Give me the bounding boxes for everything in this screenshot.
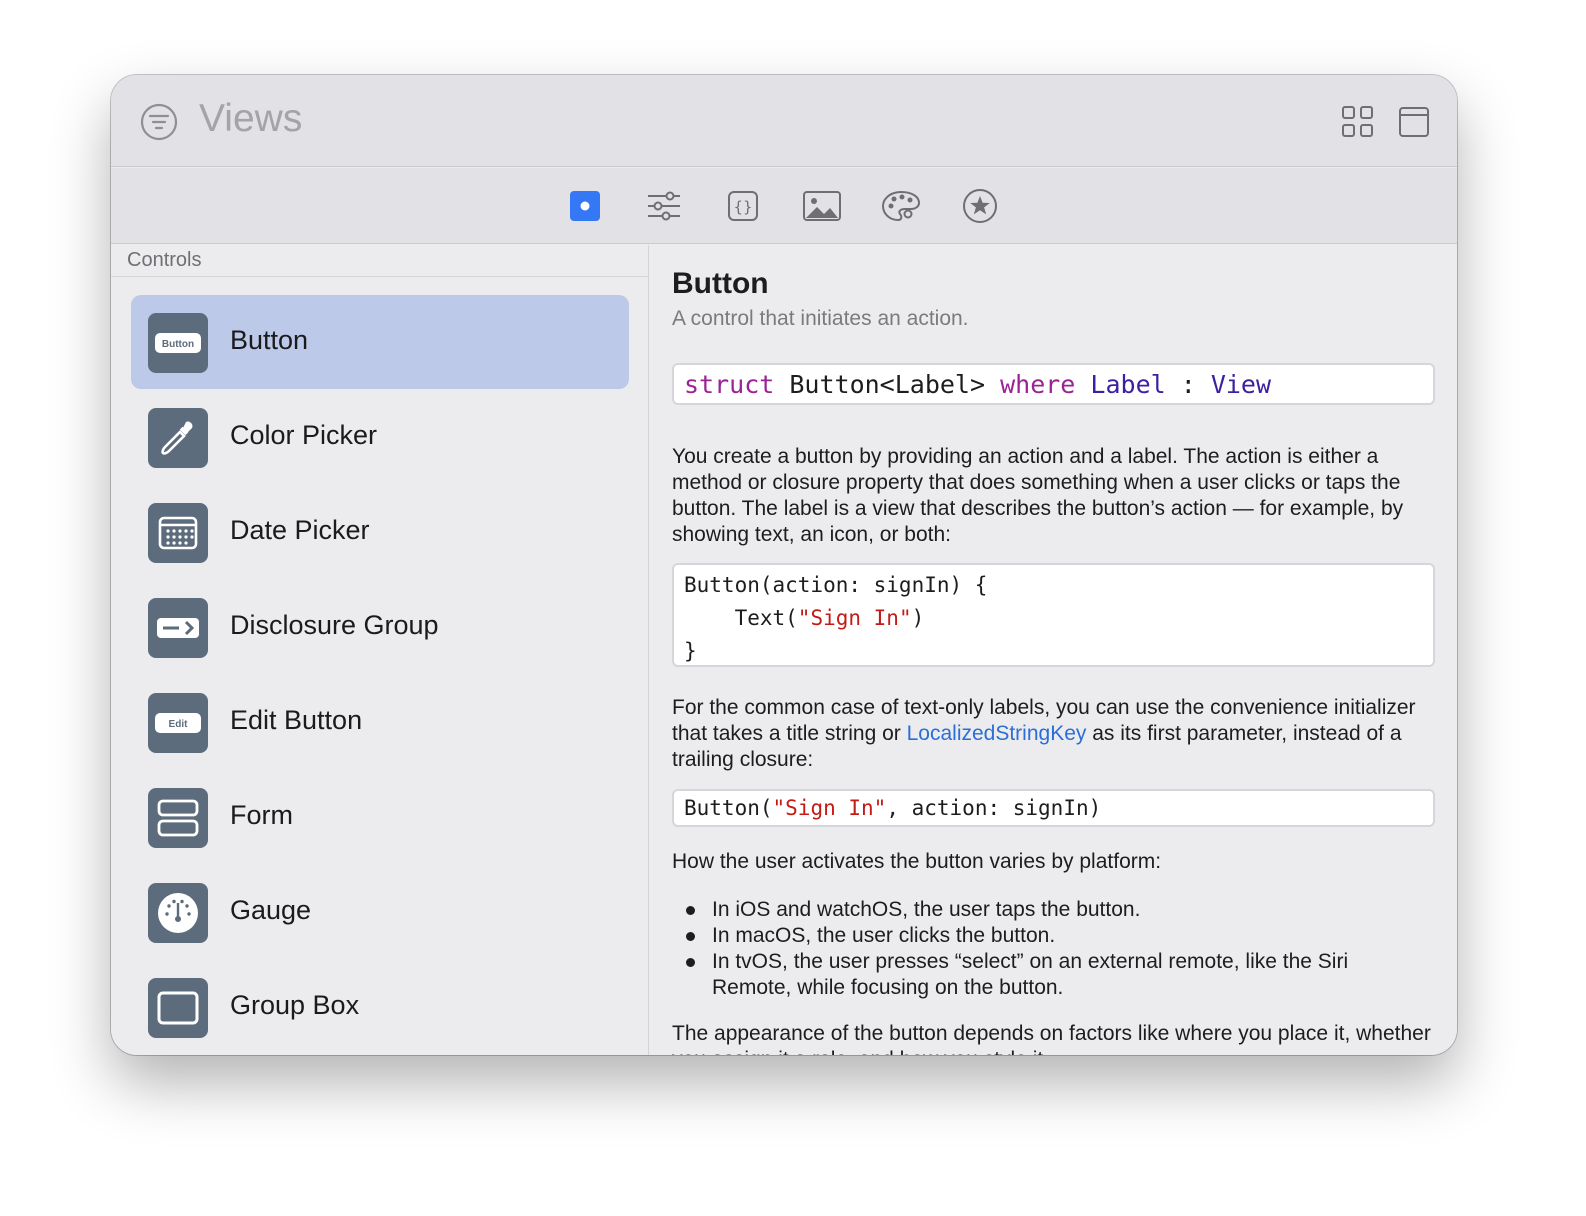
tab-favorites[interactable] bbox=[958, 184, 1002, 228]
decl-protocol: View bbox=[1210, 370, 1272, 399]
code-snippet-closure: Button(action: signIn) { Text("Sign In")… bbox=[672, 563, 1435, 667]
sidebar-item-label: Gauge bbox=[230, 895, 312, 925]
decl-keyword: struct bbox=[684, 370, 775, 399]
section-header-controls: Controls bbox=[111, 245, 648, 277]
tab-code[interactable]: {} bbox=[721, 184, 765, 228]
sliders-icon bbox=[648, 191, 680, 221]
bullet-icon bbox=[686, 958, 695, 967]
list-item-text: In iOS and watchOS, the user taps the bu… bbox=[712, 898, 1141, 921]
detail-subtitle: A control that initiates an action. bbox=[672, 307, 969, 330]
sidebar-item-label: Edit Button bbox=[230, 705, 363, 735]
snippet-line: } bbox=[684, 639, 697, 663]
sidebar-item-date-picker[interactable]: Date Picker bbox=[131, 485, 629, 579]
form-icon bbox=[148, 788, 208, 848]
toggle-sidebar-button[interactable] bbox=[1397, 105, 1431, 139]
snippet-string: "Sign In" bbox=[797, 606, 912, 630]
photo-icon bbox=[803, 191, 841, 221]
sidebar-item-form[interactable]: Form bbox=[131, 770, 629, 864]
sidebar-item-color-picker[interactable]: Color Picker bbox=[131, 390, 629, 484]
category-toolbar: {} bbox=[111, 168, 1457, 244]
decl-type-param: Label bbox=[1075, 370, 1166, 399]
snippet-string: "Sign In" bbox=[772, 796, 887, 820]
list-item-text: In tvOS, the user presses “select” on an… bbox=[712, 950, 1349, 999]
snippet-line: Text("Sign In") bbox=[684, 602, 1423, 635]
button-icon: Button bbox=[148, 313, 208, 373]
detail-title: Button bbox=[672, 267, 769, 300]
filter-icon bbox=[140, 103, 178, 141]
platform-list: In iOS and watchOS, the user taps the bu… bbox=[672, 897, 1432, 1001]
curly-braces-icon: {} bbox=[728, 191, 758, 221]
snippet-code: , action: signIn) bbox=[886, 796, 1102, 820]
list-item: In iOS and watchOS, the user taps the bu… bbox=[672, 897, 1432, 923]
sidebar: Controls Button Button Color Picker Date… bbox=[111, 245, 649, 1055]
sidebar-item-label: Date Picker bbox=[230, 515, 370, 545]
code-snippet-title: Button("Sign In", action: signIn) bbox=[672, 789, 1435, 827]
edit-button-icon: Edit bbox=[148, 693, 208, 753]
tab-controls[interactable] bbox=[563, 184, 607, 228]
declaration-code: struct Button<Label> where Label : View bbox=[672, 363, 1435, 405]
sidebar-item-label: Button bbox=[230, 325, 309, 355]
decl-name: Button<Label> bbox=[774, 370, 1001, 399]
list-item-text: In macOS, the user clicks the button. bbox=[712, 924, 1056, 947]
grid-view-button[interactable] bbox=[1341, 105, 1375, 139]
snippet-code: Button( bbox=[684, 796, 773, 820]
snippet-line: Button(action: signIn) { bbox=[684, 573, 988, 597]
snippet-code: ) bbox=[911, 606, 925, 630]
filter-button[interactable] bbox=[139, 102, 179, 142]
decl-where: where bbox=[1000, 370, 1076, 399]
eyedropper-icon bbox=[148, 408, 208, 468]
calendar-icon bbox=[148, 503, 208, 563]
convenience-paragraph: For the common case of text-only labels,… bbox=[672, 695, 1432, 773]
tab-colors[interactable] bbox=[879, 184, 923, 228]
sidebar-item-disclosure-group[interactable]: Disclosure Group bbox=[131, 580, 629, 674]
sidebar-item-label: Disclosure Group bbox=[230, 610, 439, 640]
sidebar-item-label: Color Picker bbox=[230, 420, 378, 450]
window-title: Views bbox=[199, 97, 303, 140]
edit-icon-badge: Edit bbox=[169, 719, 189, 730]
dot-square-icon bbox=[570, 191, 600, 221]
sidebar-item-label: Form bbox=[230, 800, 293, 830]
palette-icon bbox=[881, 190, 921, 222]
title-bar: Views bbox=[111, 75, 1457, 167]
sidebar-item-button[interactable]: Button Button bbox=[131, 295, 629, 389]
window-icon bbox=[1399, 107, 1429, 137]
disclosure-icon bbox=[148, 598, 208, 658]
sidebar-item-gauge[interactable]: Gauge bbox=[131, 865, 629, 959]
sidebar-item-label: Group Box bbox=[230, 990, 360, 1020]
overview-paragraph: You create a button by providing an acti… bbox=[672, 445, 1404, 546]
snippet-code: Text( bbox=[684, 606, 798, 630]
decl-sep: : bbox=[1165, 370, 1211, 399]
sidebar-item-edit-button[interactable]: Edit Edit Button bbox=[131, 675, 629, 769]
bullet-icon bbox=[686, 906, 695, 915]
group-box-icon bbox=[148, 978, 208, 1038]
tab-modifiers[interactable] bbox=[642, 184, 686, 228]
localized-string-key-link[interactable]: LocalizedStringKey bbox=[907, 722, 1087, 745]
bullet-icon bbox=[686, 932, 695, 941]
svg-text:{}: {} bbox=[733, 198, 752, 216]
button-icon-badge: Button bbox=[162, 339, 194, 350]
tab-images[interactable] bbox=[800, 184, 844, 228]
list-item: In tvOS, the user presses “select” on an… bbox=[672, 949, 1432, 1001]
detail-pane: Button A control that initiates an actio… bbox=[650, 245, 1457, 1055]
star-circle-icon bbox=[963, 189, 997, 223]
platform-paragraph: How the user activates the button varies… bbox=[672, 850, 1162, 873]
grid-icon bbox=[1342, 106, 1373, 137]
gauge-icon bbox=[148, 883, 208, 943]
appearance-paragraph: The appearance of the button depends on … bbox=[672, 1022, 1431, 1055]
list-item: In macOS, the user clicks the button. bbox=[672, 923, 1432, 949]
sidebar-item-group-box[interactable]: Group Box bbox=[131, 960, 629, 1054]
app-window: Views {} Controls Button Button Color Pi… bbox=[111, 75, 1457, 1055]
